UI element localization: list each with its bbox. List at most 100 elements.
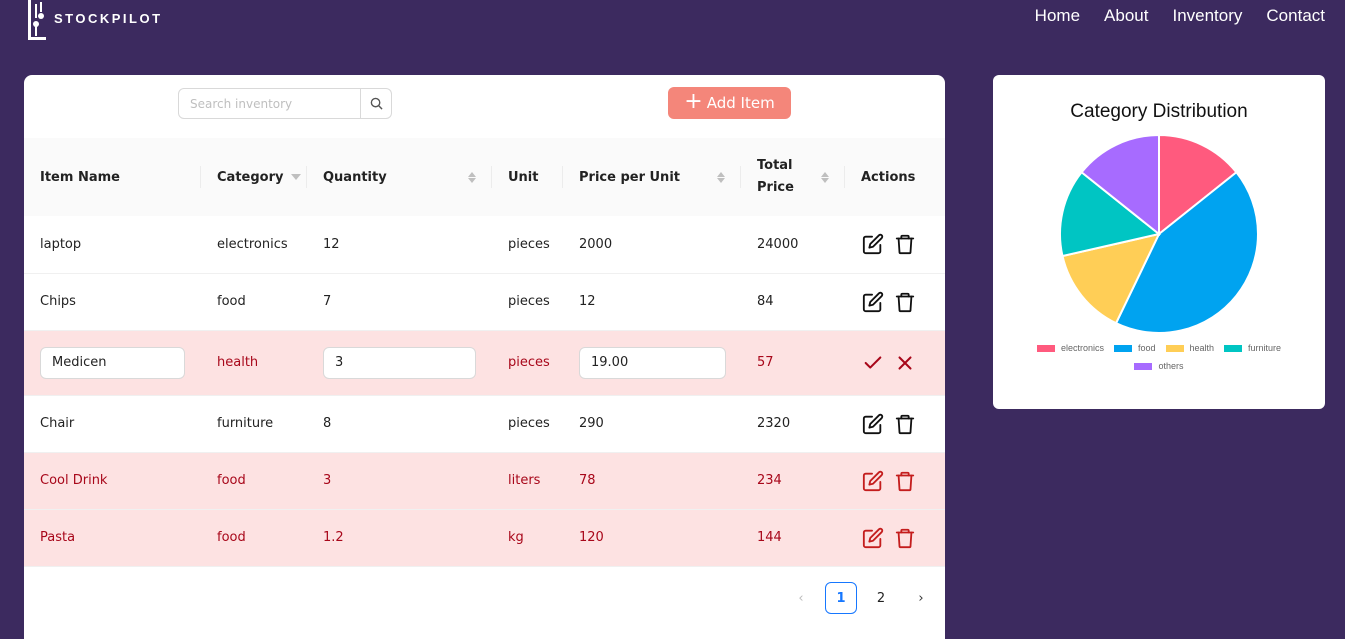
sort-icon[interactable] <box>717 171 725 183</box>
chart-legend: electronics food health furniture others <box>1013 343 1305 371</box>
main-nav: Home About Inventory Contact <box>1035 6 1325 26</box>
edit-icon[interactable] <box>861 290 885 314</box>
delete-icon[interactable] <box>893 232 917 256</box>
legend-item-electronics[interactable]: electronics <box>1036 343 1104 353</box>
inventory-table: Item Name Category Quantity Unit Price p… <box>24 138 945 567</box>
cell-unit: pieces <box>492 216 563 274</box>
table-row-low-stock: Cool Drink food 3 liters 78 234 <box>24 452 945 510</box>
cell-category: food <box>201 452 307 510</box>
nav-about[interactable]: About <box>1104 6 1148 26</box>
check-icon[interactable] <box>861 351 885 375</box>
cell-category: food <box>201 509 307 567</box>
price-input[interactable] <box>579 346 726 379</box>
legend-label: food <box>1137 343 1156 353</box>
legend-item-others[interactable]: others <box>1134 361 1184 371</box>
search-button[interactable] <box>361 88 392 119</box>
cell-item-name: Chips <box>24 273 201 331</box>
cell-category: electronics <box>201 216 307 274</box>
cell-actions <box>845 330 945 396</box>
col-header-item-name-label: Item Name <box>40 169 120 185</box>
add-item-button[interactable]: + Add Item <box>668 87 791 119</box>
quantity-input[interactable] <box>323 346 476 379</box>
cell-price: 290 <box>563 395 741 453</box>
cell-price <box>563 330 741 396</box>
edit-icon[interactable] <box>861 526 885 550</box>
cell-item-name: Pasta <box>24 509 201 567</box>
cell-quantity: 12 <box>307 216 492 274</box>
table-row: Chips food 7 pieces 12 84 <box>24 273 945 331</box>
table-row: Chair furniture 8 pieces 290 2320 <box>24 395 945 453</box>
close-icon[interactable] <box>893 351 917 375</box>
cell-quantity: 1.2 <box>307 509 492 567</box>
col-header-quantity[interactable]: Quantity <box>307 138 492 216</box>
cell-total: 84 <box>741 273 845 331</box>
col-header-quantity-label: Quantity <box>323 169 387 185</box>
cell-actions <box>845 452 945 510</box>
nav-inventory[interactable]: Inventory <box>1172 6 1242 26</box>
legend-item-furniture[interactable]: furniture <box>1224 343 1281 353</box>
legend-label: health <box>1189 343 1215 353</box>
delete-icon[interactable] <box>893 469 917 493</box>
col-header-total-label: Total Price <box>757 158 794 195</box>
edit-icon[interactable] <box>861 469 885 493</box>
page-2[interactable]: 2 <box>865 582 897 614</box>
legend-swatch <box>1224 344 1243 352</box>
cell-item-name: Chair <box>24 395 201 453</box>
table-row: laptop electronics 12 pieces 2000 24000 <box>24 216 945 274</box>
col-header-unit: Unit <box>492 138 563 216</box>
legend-label: furniture <box>1248 343 1282 353</box>
sort-icon[interactable] <box>468 171 476 183</box>
brand-logo[interactable]: STOCKPILOT <box>26 0 163 42</box>
cell-total: 57 <box>741 330 845 396</box>
nav-home[interactable]: Home <box>1035 6 1080 26</box>
prev-page-icon[interactable]: ‹ <box>785 582 817 614</box>
cell-unit: pieces <box>492 330 563 396</box>
toolbar: + Add Item <box>24 75 945 138</box>
page-1[interactable]: 1 <box>825 582 857 614</box>
col-header-category-label: Category <box>217 169 284 185</box>
plus-icon: + <box>684 89 703 114</box>
nav-contact[interactable]: Contact <box>1266 6 1325 26</box>
col-header-actions: Actions <box>845 138 945 216</box>
cell-total: 24000 <box>741 216 845 274</box>
filter-icon[interactable] <box>291 174 302 180</box>
col-header-price-label: Price per Unit <box>579 169 680 185</box>
table-row-low-stock: Pasta food 1.2 kg 120 144 <box>24 509 945 567</box>
legend-swatch <box>1165 344 1184 352</box>
search-box <box>178 88 392 119</box>
category-chart-card: Category Distribution electronics food hea… <box>993 75 1325 409</box>
cell-unit: kg <box>492 509 563 567</box>
delete-icon[interactable] <box>893 290 917 314</box>
cell-item-name: Cool Drink <box>24 452 201 510</box>
legend-item-food[interactable]: food <box>1113 343 1156 353</box>
cell-unit: liters <box>492 452 563 510</box>
cell-total: 144 <box>741 509 845 567</box>
inventory-card: + Add Item Item Name Category Quantity U… <box>24 75 945 639</box>
col-header-unit-label: Unit <box>508 169 539 185</box>
cell-item-name: laptop <box>24 216 201 274</box>
cell-unit: pieces <box>492 395 563 453</box>
cell-price: 12 <box>563 273 741 331</box>
search-input[interactable] <box>178 88 361 119</box>
edit-icon[interactable] <box>861 232 885 256</box>
next-page-icon[interactable]: › <box>905 582 937 614</box>
legend-label: electronics <box>1060 343 1104 353</box>
col-header-category[interactable]: Category <box>201 138 307 216</box>
sort-icon[interactable] <box>821 171 829 183</box>
legend-swatch <box>1113 344 1132 352</box>
delete-icon[interactable] <box>893 412 917 436</box>
col-header-total-price[interactable]: Total Price <box>741 138 845 216</box>
col-header-price-per-unit[interactable]: Price per Unit <box>563 138 741 216</box>
delete-icon[interactable] <box>893 526 917 550</box>
cell-actions <box>845 509 945 567</box>
cell-category: food <box>201 273 307 331</box>
edit-icon[interactable] <box>861 412 885 436</box>
legend-item-health[interactable]: health <box>1165 343 1215 353</box>
legend-swatch <box>1036 344 1055 352</box>
pagination: ‹ 1 2 › <box>785 582 937 614</box>
cell-category: health <box>201 330 307 396</box>
cell-price: 2000 <box>563 216 741 274</box>
item-name-input[interactable] <box>40 346 185 379</box>
cell-quantity <box>307 330 492 396</box>
col-header-actions-label: Actions <box>861 169 916 185</box>
